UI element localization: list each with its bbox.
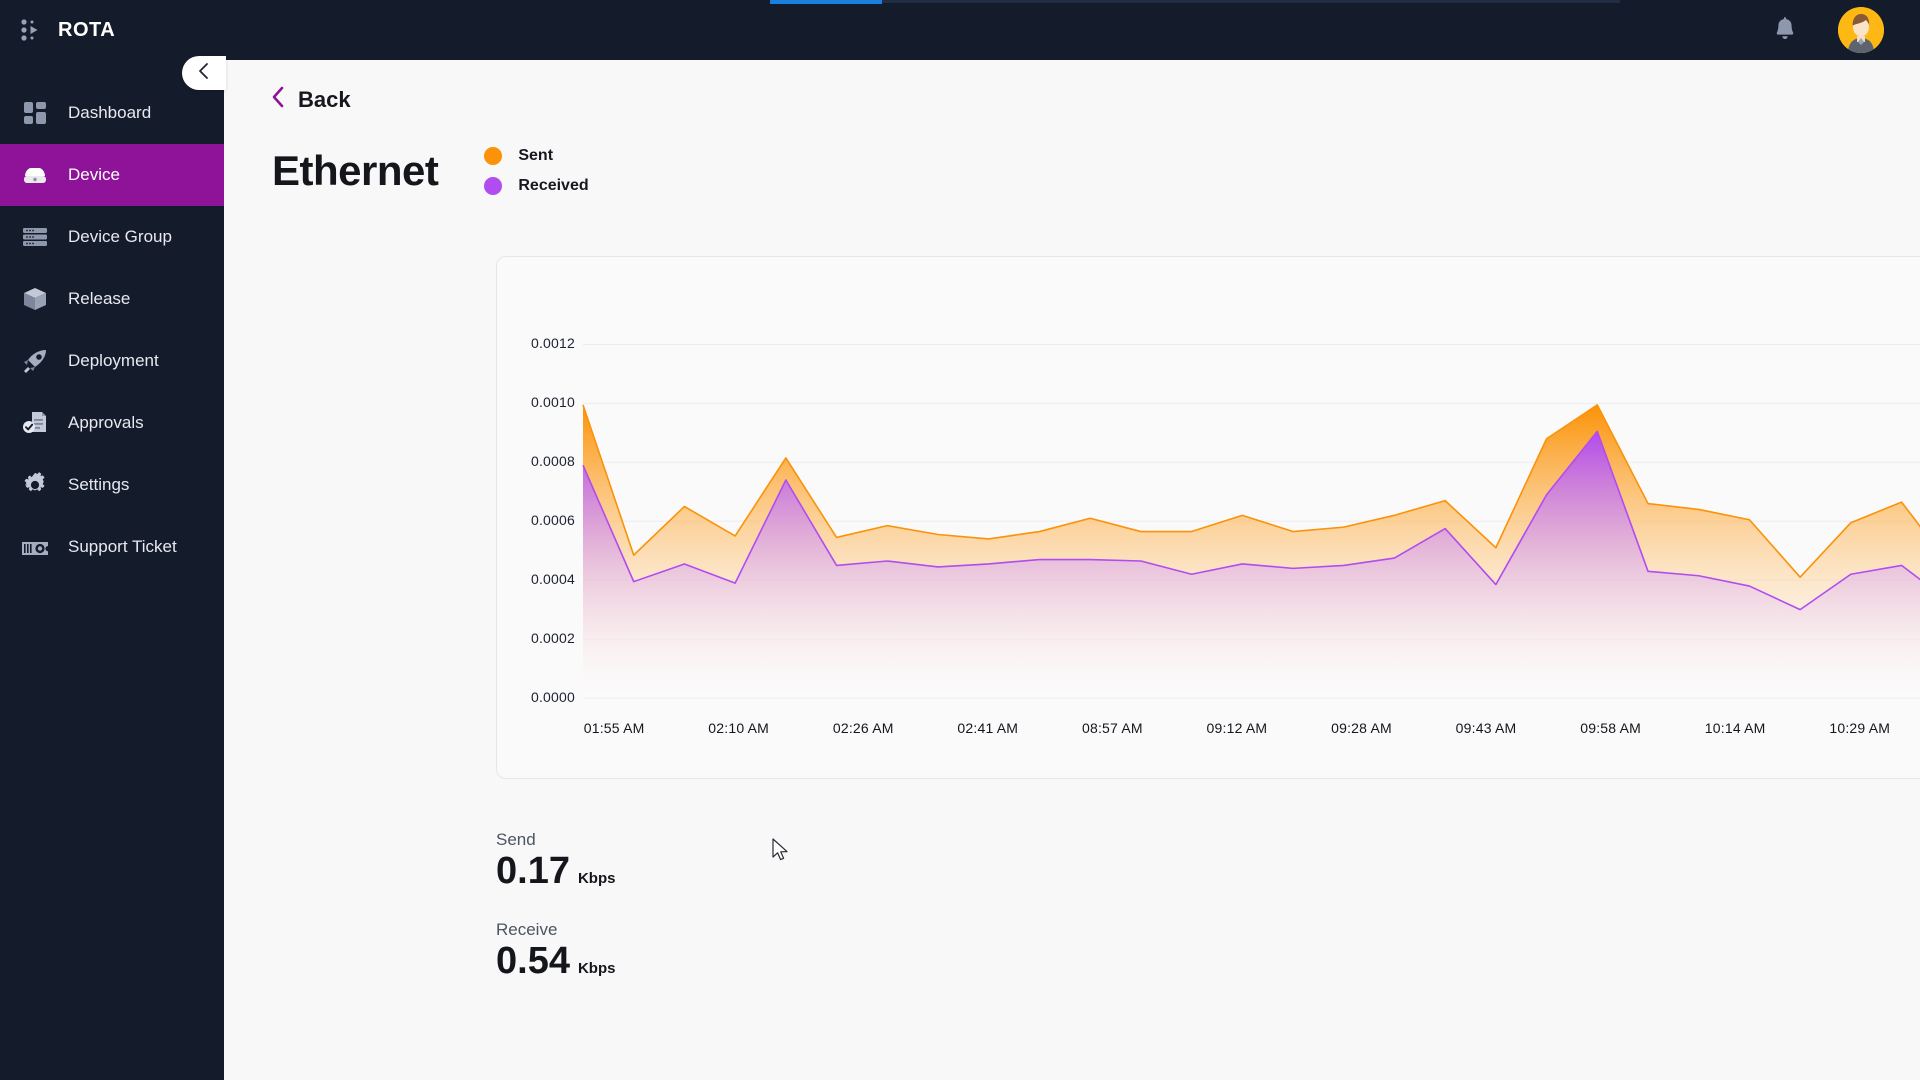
sidebar-item-device[interactable]: Device: [0, 144, 224, 206]
device-server-icon: [20, 160, 50, 190]
legend-dot-received: [484, 177, 502, 195]
legend-label: Sent: [518, 147, 553, 165]
sidebar-item-release[interactable]: Release: [0, 268, 224, 330]
back-button[interactable]: Back: [270, 86, 351, 113]
legend-item-sent[interactable]: Sent: [484, 147, 588, 165]
stat-label: Send: [496, 830, 615, 850]
sidebar-nav: Dashboard Device: [0, 82, 224, 578]
x-axis-tick: 10:14 AM: [1680, 720, 1790, 736]
y-axis-tick: 0.0000: [505, 689, 575, 705]
bell-icon[interactable]: [1772, 16, 1798, 44]
sidebar-item-label: Settings: [68, 475, 129, 495]
sidebar-item-label: Dashboard: [68, 103, 151, 123]
x-axis-tick: 02:41 AM: [933, 720, 1043, 736]
y-axis-tick: 0.0006: [505, 512, 575, 528]
chart-card: 0.0012 0.0010 0.0008 0.0006 0.0004 0.0002 0.00…: [496, 256, 1920, 779]
top-header: [224, 0, 1920, 60]
x-axis-tick: 10:29 AM: [1805, 720, 1915, 736]
stat-value: 0.17: [496, 852, 570, 892]
sidebar: ROTA Dashboard: [0, 0, 224, 1080]
stat-unit: Kbps: [578, 960, 616, 982]
area-chart[interactable]: 0.0012 0.0010 0.0008 0.0006 0.0004 0.0002 0.00…: [497, 257, 1920, 778]
box-package-icon: [20, 284, 50, 314]
legend-item-received[interactable]: Received: [484, 177, 588, 195]
progress-bar-fill: [770, 0, 882, 4]
sidebar-item-device-group[interactable]: Device Group: [0, 206, 224, 268]
sidebar-item-label: Device Group: [68, 227, 172, 247]
stat-label: Receive: [496, 920, 615, 940]
legend-dot-sent: [484, 147, 502, 165]
sidebar-item-label: Release: [68, 289, 130, 309]
stat-unit: Kbps: [578, 870, 616, 892]
main-content: Back Ethernet Sent Received 0.0012 0.0010…: [224, 60, 1920, 1080]
page-title: Ethernet: [272, 147, 438, 195]
sidebar-item-label: Approvals: [68, 413, 144, 433]
user-avatar[interactable]: [1838, 7, 1884, 53]
x-axis-tick: 08:57 AM: [1057, 720, 1167, 736]
x-axis-tick: 01:55 AM: [559, 720, 669, 736]
x-axis-tick: 09:28 AM: [1307, 720, 1417, 736]
chart-legend: Sent Received: [484, 147, 588, 195]
stats-panel: Send 0.17 Kbps Receive 0.54 Kbps: [496, 830, 615, 982]
sidebar-item-settings[interactable]: Settings: [0, 454, 224, 516]
chevron-left-icon: [270, 86, 286, 113]
sidebar-item-approvals[interactable]: Approvals: [0, 392, 224, 454]
sidebar-item-label: Deployment: [68, 351, 159, 371]
stat-value: 0.54: [496, 942, 570, 982]
app-root: ROTA Dashboard: [0, 0, 1920, 1080]
y-axis-tick: 0.0010: [505, 394, 575, 410]
gear-icon: [20, 470, 50, 500]
x-axis-tick: 09:12 AM: [1182, 720, 1292, 736]
dashboard-grid-icon: [20, 98, 50, 128]
chevron-left-icon: [196, 62, 212, 85]
y-axis-tick: 0.0008: [505, 453, 575, 469]
dot-matrix-logo-icon: [18, 17, 44, 43]
stat-send: Send 0.17 Kbps: [496, 830, 615, 892]
y-axis-tick: 0.0004: [505, 571, 575, 587]
x-axis-tick: 02:10 AM: [684, 720, 794, 736]
legend-label: Received: [518, 177, 588, 195]
ticket-icon: [20, 532, 50, 562]
x-axis-tick: 02:26 AM: [808, 720, 918, 736]
x-axis-tick: 09:58 AM: [1556, 720, 1666, 736]
page-loading-progress: [0, 0, 1920, 4]
sidebar-item-dashboard[interactable]: Dashboard: [0, 82, 224, 144]
sidebar-item-label: Device: [68, 165, 120, 185]
sidebar-item-support-ticket[interactable]: Support Ticket: [0, 516, 224, 578]
brand[interactable]: ROTA: [0, 0, 224, 60]
brand-name: ROTA: [58, 19, 115, 42]
progress-track: [770, 0, 1620, 3]
stat-receive: Receive 0.54 Kbps: [496, 920, 615, 982]
page-title-row: Ethernet Sent Received: [272, 147, 1920, 195]
sidebar-collapse-button[interactable]: [182, 56, 226, 90]
y-axis-tick: 0.0002: [505, 630, 575, 646]
sidebar-item-deployment[interactable]: Deployment: [0, 330, 224, 392]
x-axis-tick: 09:43 AM: [1431, 720, 1541, 736]
rocket-icon: [20, 346, 50, 376]
device-group-icon: [20, 222, 50, 252]
document-check-icon: [20, 408, 50, 438]
back-label: Back: [298, 87, 351, 113]
sidebar-item-label: Support Ticket: [68, 537, 177, 557]
y-axis-tick: 0.0012: [505, 335, 575, 351]
